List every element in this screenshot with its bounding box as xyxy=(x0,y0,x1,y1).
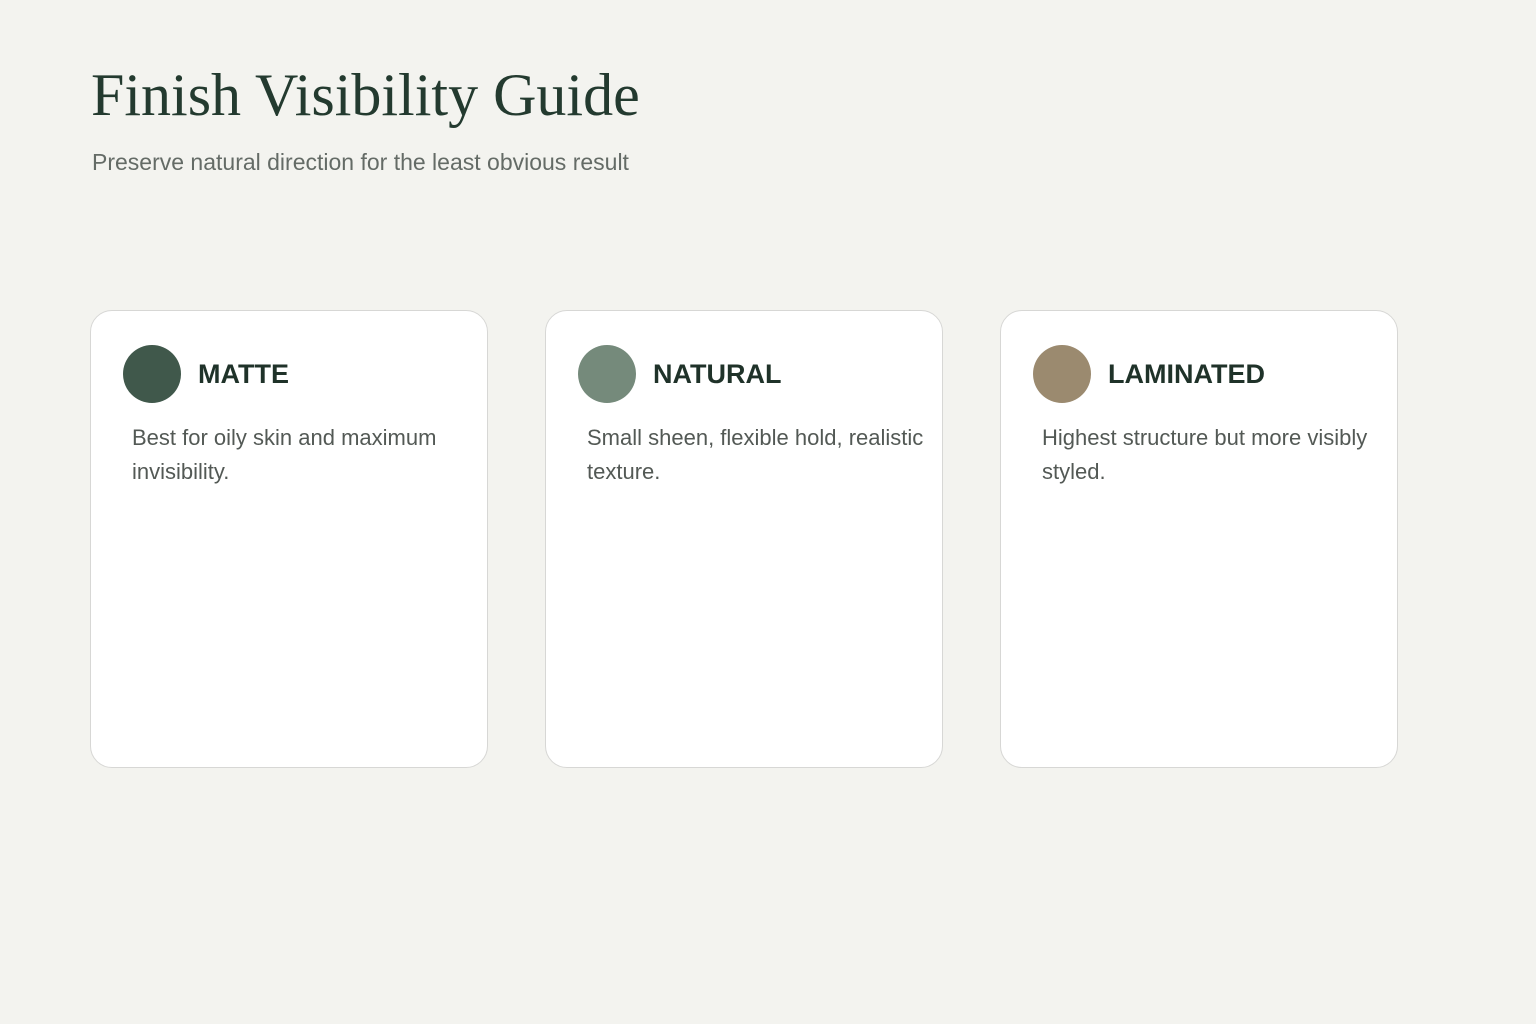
finish-card-laminated: LAMINATED Highest structure but more vis… xyxy=(1000,310,1398,768)
color-swatch-icon xyxy=(578,345,636,403)
page-title: Finish Visibility Guide xyxy=(91,62,640,128)
finish-card-natural: NATURAL Small sheen, flexible hold, real… xyxy=(545,310,943,768)
card-title: MATTE xyxy=(198,359,289,389)
card-description: Small sheen, flexible hold, realistic te… xyxy=(587,425,924,484)
finish-card-matte: MATTE Best for oily skin and maximum inv… xyxy=(90,310,488,768)
color-swatch-icon xyxy=(1033,345,1091,403)
card-title: NATURAL xyxy=(653,359,782,389)
card-title: LAMINATED xyxy=(1108,359,1265,389)
card-description: Highest structure but more visibly style… xyxy=(1042,425,1368,484)
page-subtitle: Preserve natural direction for the least… xyxy=(92,149,629,175)
card-description: Best for oily skin and maximum invisibil… xyxy=(132,425,437,484)
color-swatch-icon xyxy=(123,345,181,403)
